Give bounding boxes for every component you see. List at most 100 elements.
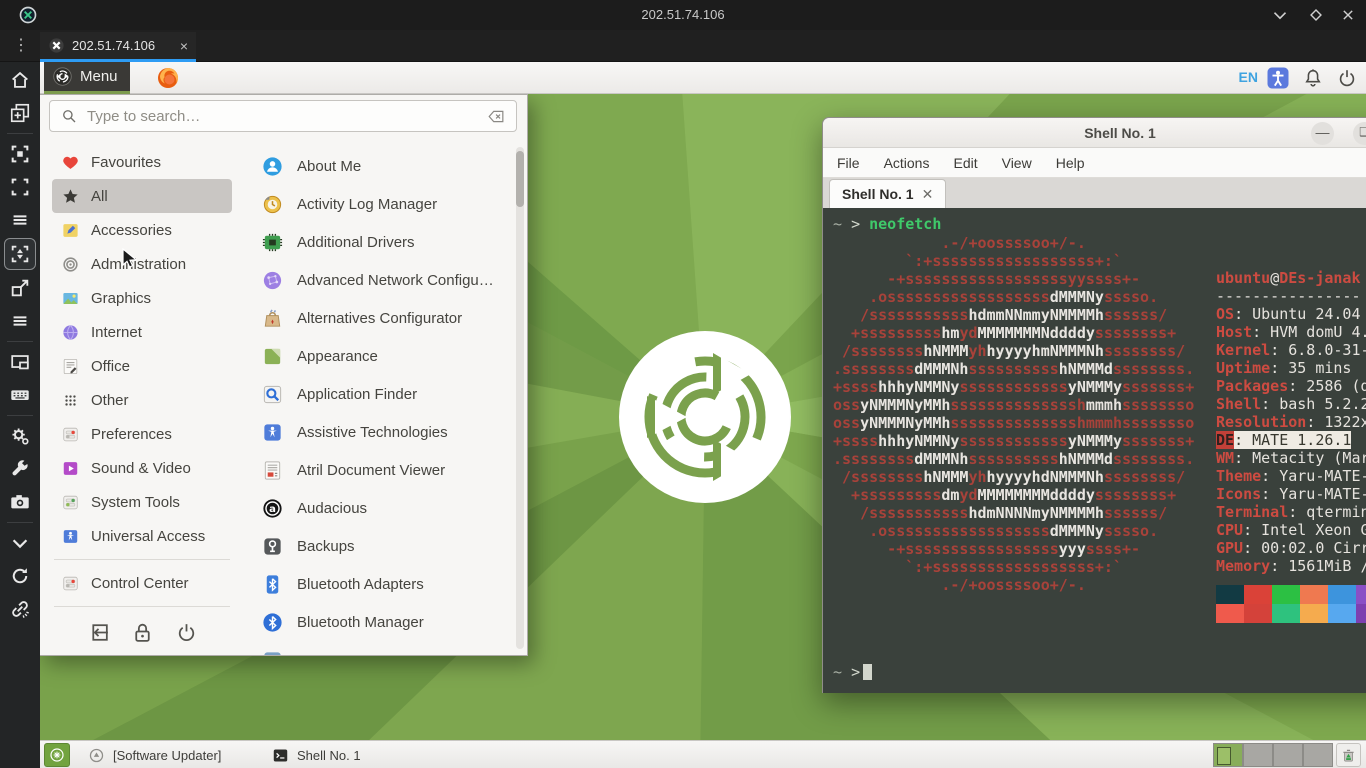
window-thumbnail-button[interactable] bbox=[4, 347, 36, 377]
category-label: Preferences bbox=[91, 426, 172, 443]
terminal-titlebar[interactable]: Shell No. 1 — ❑ bbox=[823, 118, 1366, 148]
terminal-menu-edit[interactable]: Edit bbox=[953, 155, 977, 171]
search-input[interactable]: Type to search… bbox=[49, 100, 517, 132]
tab-overflow-menu[interactable]: ⋮ bbox=[12, 33, 30, 59]
category-label: Office bbox=[91, 358, 130, 375]
software-boutique-button[interactable] bbox=[44, 743, 70, 767]
app-item-bluetooth-manager[interactable]: Bluetooth Manager bbox=[255, 603, 515, 641]
fullscreen-button[interactable] bbox=[4, 172, 36, 202]
app-item-about-me[interactable]: About Me bbox=[255, 147, 515, 185]
lock-screen-button[interactable] bbox=[129, 619, 155, 645]
session-tab-label: 202.51.74.106 bbox=[72, 38, 173, 53]
terminal-menu-actions[interactable]: Actions bbox=[884, 155, 930, 171]
scrollbar-thumb[interactable] bbox=[516, 151, 524, 207]
session-tab-close-icon[interactable]: × bbox=[180, 38, 188, 54]
app-item-bluetooth-adapters[interactable]: Bluetooth Adapters bbox=[255, 565, 515, 603]
terminal-output[interactable]: ~ > neofetch .-/+oossssoo+/-. `:+sssssss… bbox=[823, 208, 1366, 693]
control-center-item[interactable]: Control Center bbox=[52, 566, 232, 600]
collapse-button[interactable] bbox=[4, 528, 36, 558]
administration-icon bbox=[61, 255, 80, 274]
close-icon[interactable] bbox=[1336, 3, 1360, 27]
power-icon[interactable] bbox=[1336, 67, 1358, 89]
info-line: ubuntu@DEs-janak bbox=[1216, 269, 1366, 287]
terminal-menu-help[interactable]: Help bbox=[1056, 155, 1085, 171]
app-label: Backups bbox=[297, 538, 355, 555]
assistive-technologies-icon bbox=[261, 421, 284, 444]
app-item-appearance[interactable]: Appearance bbox=[255, 337, 515, 375]
app-item-advanced-network-configu-[interactable]: Advanced Network Configu… bbox=[255, 261, 515, 299]
category-sound-video[interactable]: Sound & Video bbox=[52, 451, 232, 485]
palette-swatch bbox=[1272, 604, 1300, 623]
menu-button[interactable]: Menu bbox=[44, 62, 130, 94]
category-accessories[interactable]: Accessories bbox=[52, 213, 232, 247]
app-item-backups[interactable]: Backups bbox=[255, 527, 515, 565]
terminal-menu-view[interactable]: View bbox=[1002, 155, 1032, 171]
terminal-color-palette bbox=[1216, 585, 1366, 623]
app-item-assistive-technologies[interactable]: Assistive Technologies bbox=[255, 413, 515, 451]
logout-button[interactable] bbox=[85, 619, 111, 645]
workspace-4[interactable] bbox=[1303, 743, 1333, 767]
resize-window-button[interactable] bbox=[4, 273, 36, 303]
language-indicator[interactable]: EN bbox=[1239, 69, 1258, 85]
tools-button[interactable] bbox=[4, 454, 36, 484]
app-item-application-finder[interactable]: Application Finder bbox=[255, 375, 515, 413]
category-graphics[interactable]: Graphics bbox=[52, 281, 232, 315]
accessibility-icon[interactable] bbox=[1266, 66, 1290, 90]
app-item-atril-document-viewer[interactable]: Atril Document Viewer bbox=[255, 451, 515, 489]
firefox-icon[interactable] bbox=[156, 66, 180, 90]
app-item-activity-log-manager[interactable]: Activity Log Manager bbox=[255, 185, 515, 223]
taskbar-item-shell[interactable]: Shell No. 1 bbox=[262, 742, 371, 768]
category-preferences[interactable]: Preferences bbox=[52, 417, 232, 451]
category-internet[interactable]: Internet bbox=[52, 315, 232, 349]
terminal-tab[interactable]: Shell No. 1 ✕ bbox=[829, 179, 946, 208]
advanced-network-icon bbox=[261, 269, 284, 292]
app-item-additional-drivers[interactable]: Additional Drivers bbox=[255, 223, 515, 261]
category-universal-access[interactable]: Universal Access bbox=[52, 519, 232, 553]
app-list-scrollbar[interactable] bbox=[516, 147, 524, 649]
restore-diamond-icon[interactable] bbox=[1304, 3, 1328, 27]
category-label: System Tools bbox=[91, 494, 180, 511]
panel-lines-2-button[interactable] bbox=[4, 306, 36, 336]
home-button[interactable] bbox=[4, 65, 36, 95]
graphics-icon bbox=[61, 289, 80, 308]
category-system-tools[interactable]: System Tools bbox=[52, 485, 232, 519]
taskbar-item-software-updater[interactable]: [Software Updater] bbox=[78, 742, 231, 768]
category-other[interactable]: Other bbox=[52, 383, 232, 417]
category-administration[interactable]: Administration bbox=[52, 247, 232, 281]
center-window-button[interactable] bbox=[4, 139, 36, 169]
minimize-chevron-icon[interactable] bbox=[1268, 3, 1292, 27]
taskbar-item-label: [Software Updater] bbox=[113, 748, 221, 763]
terminal-tab-close-icon[interactable]: ✕ bbox=[922, 186, 934, 203]
keyboard-button[interactable] bbox=[4, 380, 36, 410]
info-line: Resolution: 1322x bbox=[1216, 413, 1366, 431]
new-connection-button[interactable] bbox=[4, 98, 36, 128]
app-item-audacious[interactable]: aAudacious bbox=[255, 489, 515, 527]
workspace-3[interactable] bbox=[1273, 743, 1303, 767]
category-office[interactable]: Office bbox=[52, 349, 232, 383]
notifications-bell-icon[interactable] bbox=[1302, 67, 1324, 89]
disconnect-button[interactable] bbox=[4, 594, 36, 624]
panel-lines-button[interactable] bbox=[4, 205, 36, 235]
app-item-partial[interactable] bbox=[255, 641, 515, 656]
remote-session-tab[interactable]: 202.51.74.106 × bbox=[40, 32, 196, 59]
svg-text:a: a bbox=[269, 504, 276, 515]
scale-view-button[interactable] bbox=[4, 238, 36, 270]
refresh-button[interactable] bbox=[4, 561, 36, 591]
clear-search-icon[interactable] bbox=[487, 107, 506, 126]
minimize-button[interactable]: — bbox=[1311, 122, 1334, 145]
screenshot-button[interactable] bbox=[4, 487, 36, 517]
app-item-alternatives-configurator[interactable]: Alternatives Configurator bbox=[255, 299, 515, 337]
text-cursor bbox=[863, 664, 872, 680]
app-label: Additional Drivers bbox=[297, 234, 415, 251]
workspace-2[interactable] bbox=[1243, 743, 1273, 767]
category-all[interactable]: All bbox=[52, 179, 232, 213]
shutdown-button[interactable] bbox=[173, 619, 199, 645]
application-finder-icon bbox=[261, 383, 284, 406]
info-line: Kernel: 6.8.0-31- bbox=[1216, 341, 1366, 359]
mate-logo bbox=[619, 331, 791, 503]
terminal-menu-file[interactable]: File bbox=[837, 155, 860, 171]
workspace-1[interactable] bbox=[1213, 743, 1243, 767]
trash-icon[interactable] bbox=[1336, 743, 1361, 767]
category-favourites[interactable]: Favourites bbox=[52, 145, 232, 179]
settings-button[interactable] bbox=[4, 421, 36, 451]
